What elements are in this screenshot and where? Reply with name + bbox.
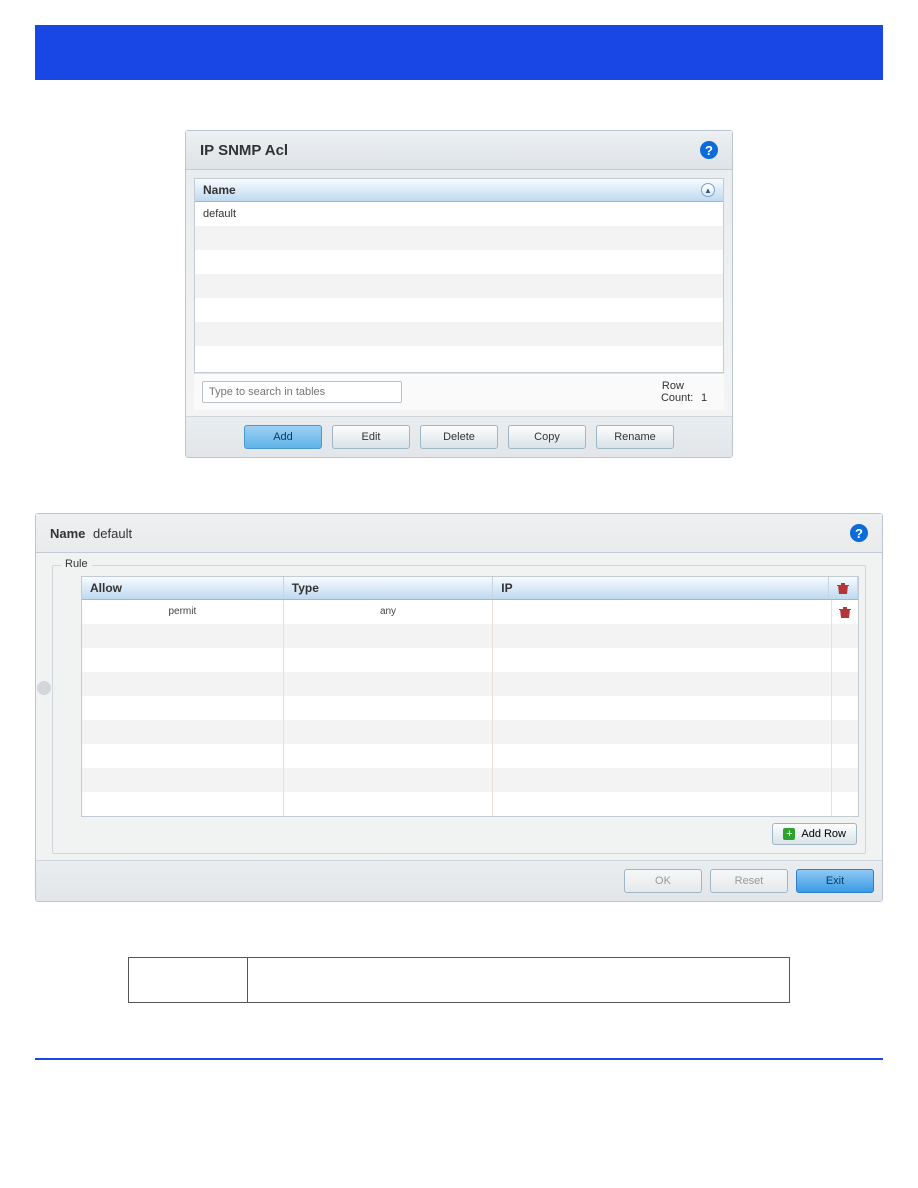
spec-cell (248, 958, 790, 1003)
panel-body: Name ▲ default Row Count: 1 (186, 170, 732, 416)
reset-button[interactable]: Reset (710, 869, 788, 893)
cell-ip (493, 600, 832, 624)
table-row (195, 322, 723, 346)
name-title: Name default (50, 526, 850, 541)
cell-delete[interactable] (832, 600, 858, 624)
ok-button[interactable]: OK (624, 869, 702, 893)
table-row (195, 226, 723, 250)
rule-row (82, 648, 858, 672)
panel-button-row: Add Edit Delete Copy Rename (186, 416, 732, 457)
cell-name: default (203, 208, 236, 220)
column-header-name[interactable]: Name ▲ (195, 179, 723, 202)
column-header-label: Name (203, 183, 701, 197)
rule-button-row: OK Reset Exit (36, 860, 882, 901)
edit-button[interactable]: Edit (332, 425, 410, 449)
rename-button[interactable]: Rename (596, 425, 674, 449)
table-row (195, 250, 723, 274)
rule-row[interactable]: permit any (82, 600, 858, 624)
name-value: default (93, 526, 132, 541)
name-table: Name ▲ default (194, 178, 724, 373)
rule-header-row: Allow Type IP (82, 577, 858, 600)
rule-detail-panel: Name default ? Rule Allow Type IP (35, 513, 883, 902)
table-row (195, 346, 723, 370)
rule-panel-body: Rule Allow Type IP (36, 553, 882, 860)
trash-icon (839, 606, 851, 619)
page-header-bar (35, 25, 883, 80)
cell-type: any (284, 600, 494, 624)
delete-button[interactable]: Delete (420, 425, 498, 449)
name-label: Name (50, 526, 85, 541)
rule-row (82, 792, 858, 816)
header-allow[interactable]: Allow (82, 577, 284, 599)
spec-table (128, 957, 789, 1003)
ip-snmp-acl-panel: IP SNMP Acl ? Name ▲ default Row Count: (185, 130, 733, 458)
footer-divider (35, 1058, 883, 1060)
rule-group: Rule Allow Type IP (52, 565, 866, 854)
table-footer: Row Count: 1 (194, 373, 724, 410)
rule-row (82, 744, 858, 768)
rule-row (82, 768, 858, 792)
table-row (195, 274, 723, 298)
table-rows-area: default (195, 202, 723, 372)
table-row (195, 298, 723, 322)
header-ip[interactable]: IP (493, 577, 829, 599)
rule-row (82, 672, 858, 696)
add-button[interactable]: Add (244, 425, 322, 449)
row-count-label: Row Count: 1 (657, 380, 716, 404)
search-input[interactable] (202, 381, 402, 403)
header-type[interactable]: Type (284, 577, 494, 599)
info-icon (37, 681, 51, 695)
table-row[interactable]: default (195, 202, 723, 226)
rule-row (82, 624, 858, 648)
help-icon[interactable]: ? (700, 141, 718, 159)
rule-group-title: Rule (61, 558, 92, 570)
help-icon[interactable]: ? (850, 524, 868, 542)
panel-titlebar: IP SNMP Acl ? (186, 131, 732, 170)
rule-table: Allow Type IP permit any (81, 576, 859, 817)
plus-icon: + (783, 828, 795, 840)
rule-rows-area: permit any (82, 600, 858, 816)
copy-button[interactable]: Copy (508, 425, 586, 449)
panel-title: IP SNMP Acl (200, 142, 700, 159)
rule-row (82, 696, 858, 720)
rule-row (82, 720, 858, 744)
sort-asc-icon[interactable]: ▲ (701, 183, 715, 197)
rowcount-value: 1 (692, 392, 716, 404)
header-delete[interactable] (829, 577, 858, 599)
add-row-button[interactable]: + Add Row (772, 823, 857, 845)
add-row-wrap: + Add Row (81, 817, 859, 847)
rowcount-text: Row Count: (661, 380, 685, 404)
trash-icon (837, 582, 849, 595)
spec-cell (129, 958, 248, 1003)
rule-titlebar: Name default ? (36, 514, 882, 553)
add-row-label: Add Row (801, 828, 846, 840)
exit-button[interactable]: Exit (796, 869, 874, 893)
cell-allow: permit (82, 600, 284, 624)
